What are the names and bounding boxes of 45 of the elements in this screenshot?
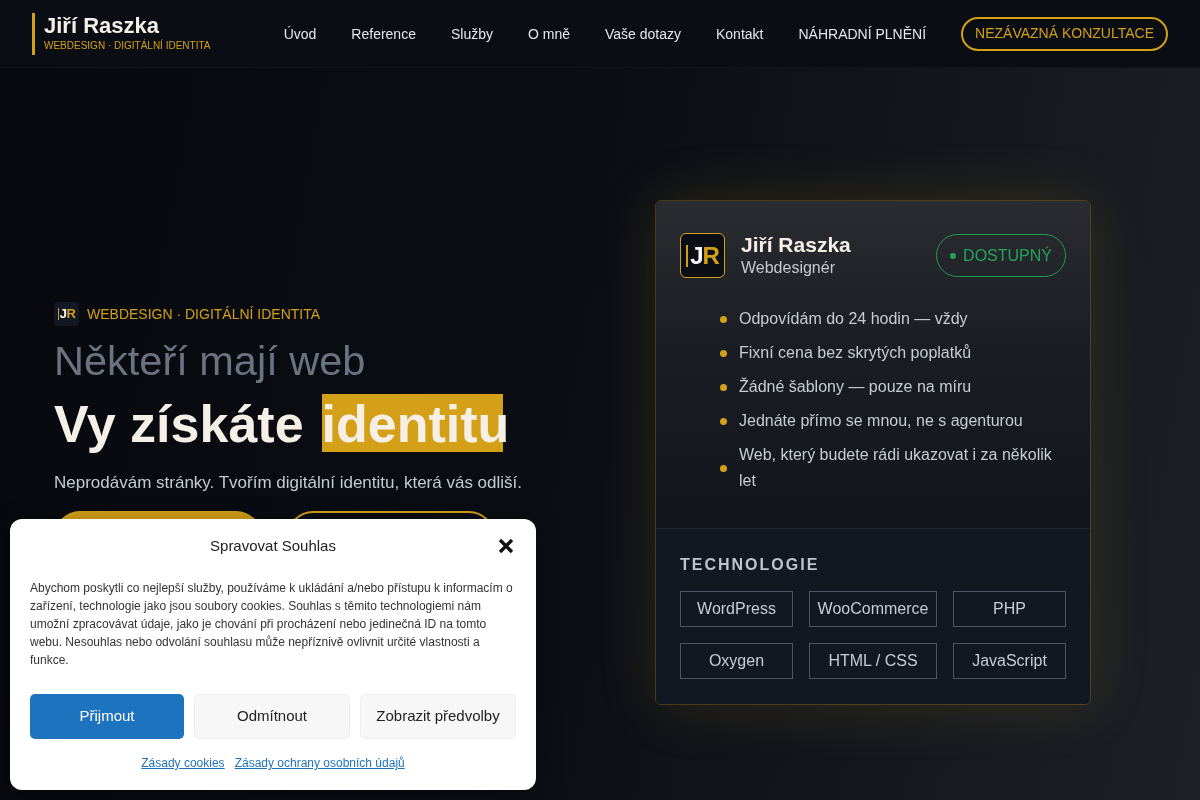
feature-text: Fixní cena bez skrytých poplatků (739, 343, 973, 363)
feature-text: Žádné šablony — pouze na míru (739, 376, 973, 397)
consultation-button[interactable]: NEZÁVAZNÁ KONZULTACE (961, 16, 1168, 51)
status-label: DOSTUPNÝ (963, 245, 1052, 266)
technology-tag: JavaScript (953, 643, 1066, 679)
feature-text: Jednáte přímo se mnou, ne s agenturou (739, 411, 1024, 431)
feature-text: Web, který budete rádi ukazovat i za několik let (739, 445, 1053, 491)
policy-link[interactable]: Zásady cookies (141, 754, 225, 772)
policy-link[interactable]: Zásady ochrany osobních údajů (234, 754, 405, 772)
logo-name: Jiří Raszka (44, 12, 160, 39)
technology-tag: PHP (953, 591, 1066, 627)
profile-role: Webdesignér (741, 258, 836, 278)
consent-text: Abychom poskytli co nejlepší služby, používáme k ukládání a/nebo přístupu k informacím o zařízení, technologie jako jsou soubory cookies. Souhlas s těmito technologiemi nám umožní zpracovávat údaje, jako je chování při procházení nebo jedinečná ID na tomto webu. Nesouhlas nebo odvolání souhlasu může nepříznivě ovlivnit určité vlastnosti a funkce. (30, 580, 514, 669)
profile-name: Jiří Raszka (741, 233, 851, 257)
eyebrow-text: WEBDESIGN · DIGITÁLNÍ IDENTITA (87, 305, 321, 324)
technology-tag: WordPress (680, 591, 793, 627)
nav-link[interactable]: NÁHRADNÍ PLNĚNÍ (798, 24, 927, 43)
hero-title: Někteří mají web (54, 337, 366, 385)
nav-link[interactable]: Kontakt (716, 24, 764, 43)
section-heading: TECHNOLOGIE (680, 555, 821, 575)
nav-link[interactable]: Úvod (283, 24, 317, 43)
secondary-button[interactable]: Zobrazit předvolby (360, 694, 516, 739)
hero-subtitle: Neprodávám stránky. Tvořím digitální identitu, která vás odliší. (54, 472, 522, 494)
accept-button[interactable]: Přijmout (30, 694, 184, 739)
site-logo[interactable]: Jiří Raszka WEBDESIGN · DIGITÁLNÍ IDENTITA (32, 12, 211, 55)
technology-tag: WooCommerce (809, 591, 937, 627)
dialog-title: Spravovat Souhlas (210, 537, 336, 555)
nav-link[interactable]: O mně (527, 24, 570, 43)
close-icon[interactable] (498, 538, 514, 554)
secondary-button[interactable]: Odmítnout (194, 694, 350, 739)
monogram-logo: JR (680, 233, 725, 278)
bullet-icon (720, 417, 727, 425)
nav-link[interactable]: Vaše dotazy (605, 24, 681, 43)
bullet-icon (720, 464, 727, 472)
monogram-logo: JR (54, 302, 79, 326)
technology-tag: HTML / CSS (809, 643, 937, 679)
logo-tagline: WEBDESIGN · DIGITÁLNÍ IDENTITA (44, 39, 211, 52)
nav-link[interactable]: Služby (450, 24, 493, 43)
nav-link[interactable]: Reference (351, 24, 416, 43)
technology-tag: Oxygen (680, 643, 793, 679)
bullet-icon (720, 315, 727, 323)
feature-text: Odpovídám do 24 hodin — vždy (739, 309, 969, 329)
bullet-icon (720, 383, 727, 391)
hero-headline: Vy získáte (54, 394, 304, 454)
bullet-icon (720, 349, 727, 357)
